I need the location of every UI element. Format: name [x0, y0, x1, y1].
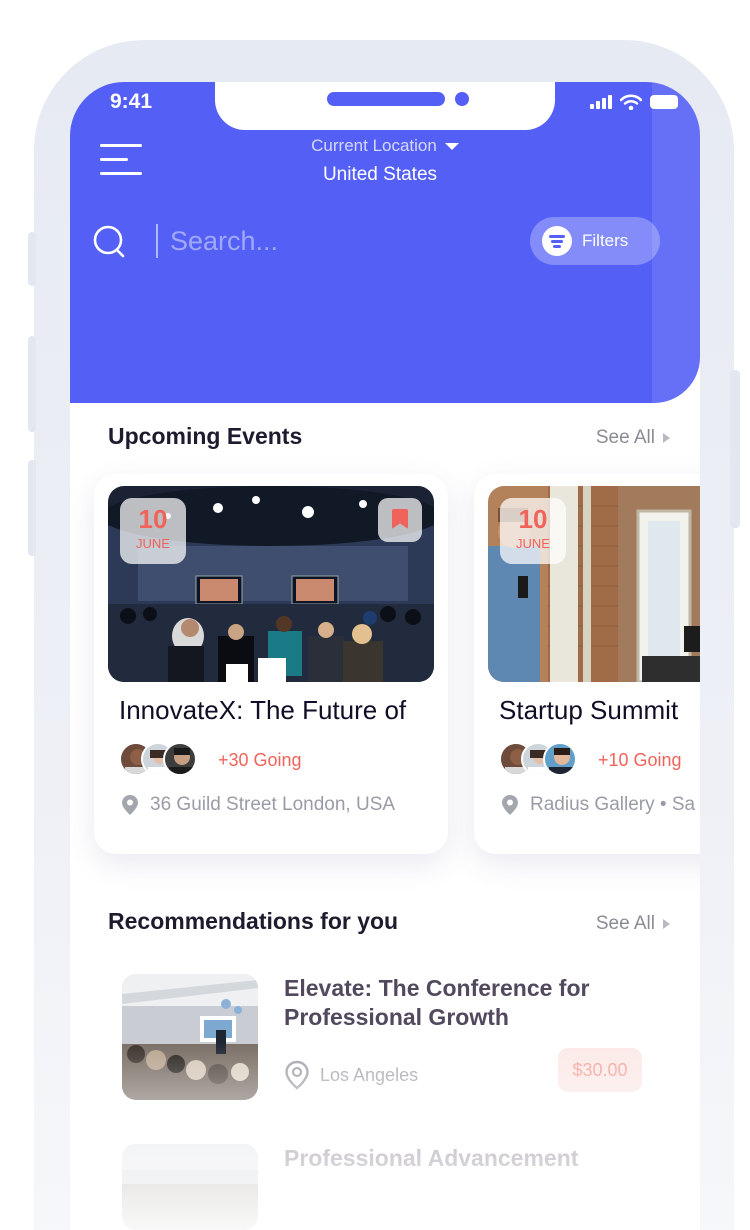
phone-screen: 9:41 Current Location United States Sear… — [70, 82, 700, 1230]
wifi-icon — [620, 94, 642, 110]
avatar — [163, 742, 197, 776]
filter-icon — [542, 226, 572, 256]
current-location-label[interactable]: Current Location — [70, 136, 700, 156]
event-date-badge: 10 JUNE — [120, 498, 186, 564]
attendee-avatars — [119, 742, 209, 776]
status-icons — [590, 92, 678, 112]
speaker-bar — [327, 92, 445, 106]
recommendations-see-all-link[interactable]: See All — [596, 913, 670, 935]
upcoming-events-title: Upcoming Events — [108, 423, 303, 449]
upcoming-see-all-link[interactable]: See All — [596, 427, 670, 449]
battery-icon — [650, 95, 678, 109]
event-date-badge: 10 JUNE — [500, 498, 566, 564]
search-icon[interactable] — [92, 224, 128, 260]
filters-label: Filters — [582, 231, 629, 250]
signal-icon — [590, 95, 612, 109]
event-card[interactable]: 10 JUNE InnovateX: The Future of +30 Goi… — [94, 474, 448, 854]
filters-button[interactable]: Filters — [530, 217, 660, 265]
event-image: 10 JUNE — [488, 486, 700, 682]
location-pin-icon — [285, 1060, 309, 1090]
phone-mute-button — [28, 232, 36, 286]
event-image: 10 JUNE — [108, 486, 434, 682]
going-count: +30 Going — [218, 750, 302, 770]
address-text: 36 Guild Street London, USA — [150, 794, 396, 815]
app-mockup: 9:41 Current Location United States Sear… — [0, 0, 750, 1230]
location-pin-icon — [122, 795, 138, 815]
phone-power-button — [730, 370, 740, 528]
camera-notch — [215, 82, 555, 130]
event-day: 10 — [518, 504, 548, 534]
recommendation-thumbnail[interactable] — [122, 1144, 258, 1230]
recommendation-location: Los Angeles — [284, 1060, 418, 1090]
conference-room-photo — [122, 974, 258, 1100]
event-title: Startup Summit — [499, 695, 679, 725]
going-count: +10 Going — [598, 750, 682, 770]
see-all-label: See All — [595, 913, 655, 934]
bookmark-icon[interactable] — [378, 498, 422, 542]
camera-dot — [455, 92, 469, 106]
chevron-down-icon — [444, 143, 459, 151]
event-day: 10 — [138, 504, 168, 534]
location-text: Los Angeles — [320, 1064, 419, 1085]
status-time: 9:41 — [110, 90, 153, 113]
chevron-right-icon — [663, 433, 670, 443]
event-card[interactable]: 10 JUNE Startup Summit +10 Going Radius … — [474, 474, 700, 854]
address-text: Radius Gallery • Sa — [530, 794, 696, 815]
event-photo — [122, 1144, 258, 1230]
see-all-label: See All — [595, 427, 655, 448]
event-month: JUNE — [516, 536, 550, 551]
recommendation-title[interactable]: Elevate: The Conference for Professional… — [284, 974, 654, 1032]
search-input[interactable] — [156, 224, 486, 258]
attendee-avatars — [499, 742, 589, 776]
recommendations-title: Recommendations for you — [108, 908, 399, 934]
current-location-text: Current Location — [311, 136, 437, 155]
current-location-value[interactable]: United States — [70, 164, 690, 186]
chevron-right-icon — [663, 919, 670, 929]
location-pin-icon — [502, 795, 518, 815]
event-title: InnovateX: The Future of — [119, 695, 407, 725]
price-badge: $30.00 — [558, 1048, 642, 1092]
event-address: 36 Guild Street London, USA — [122, 794, 395, 816]
event-month: JUNE — [136, 536, 170, 551]
event-address: Radius Gallery • Sa — [502, 794, 695, 816]
recommendation-thumbnail[interactable] — [122, 974, 258, 1100]
avatar — [543, 742, 577, 776]
phone-volume-up-button — [28, 336, 36, 432]
phone-volume-down-button — [28, 460, 36, 556]
recommendation-title[interactable]: Professional Advancement — [284, 1144, 654, 1173]
header: 9:41 Current Location United States Sear… — [70, 82, 700, 403]
